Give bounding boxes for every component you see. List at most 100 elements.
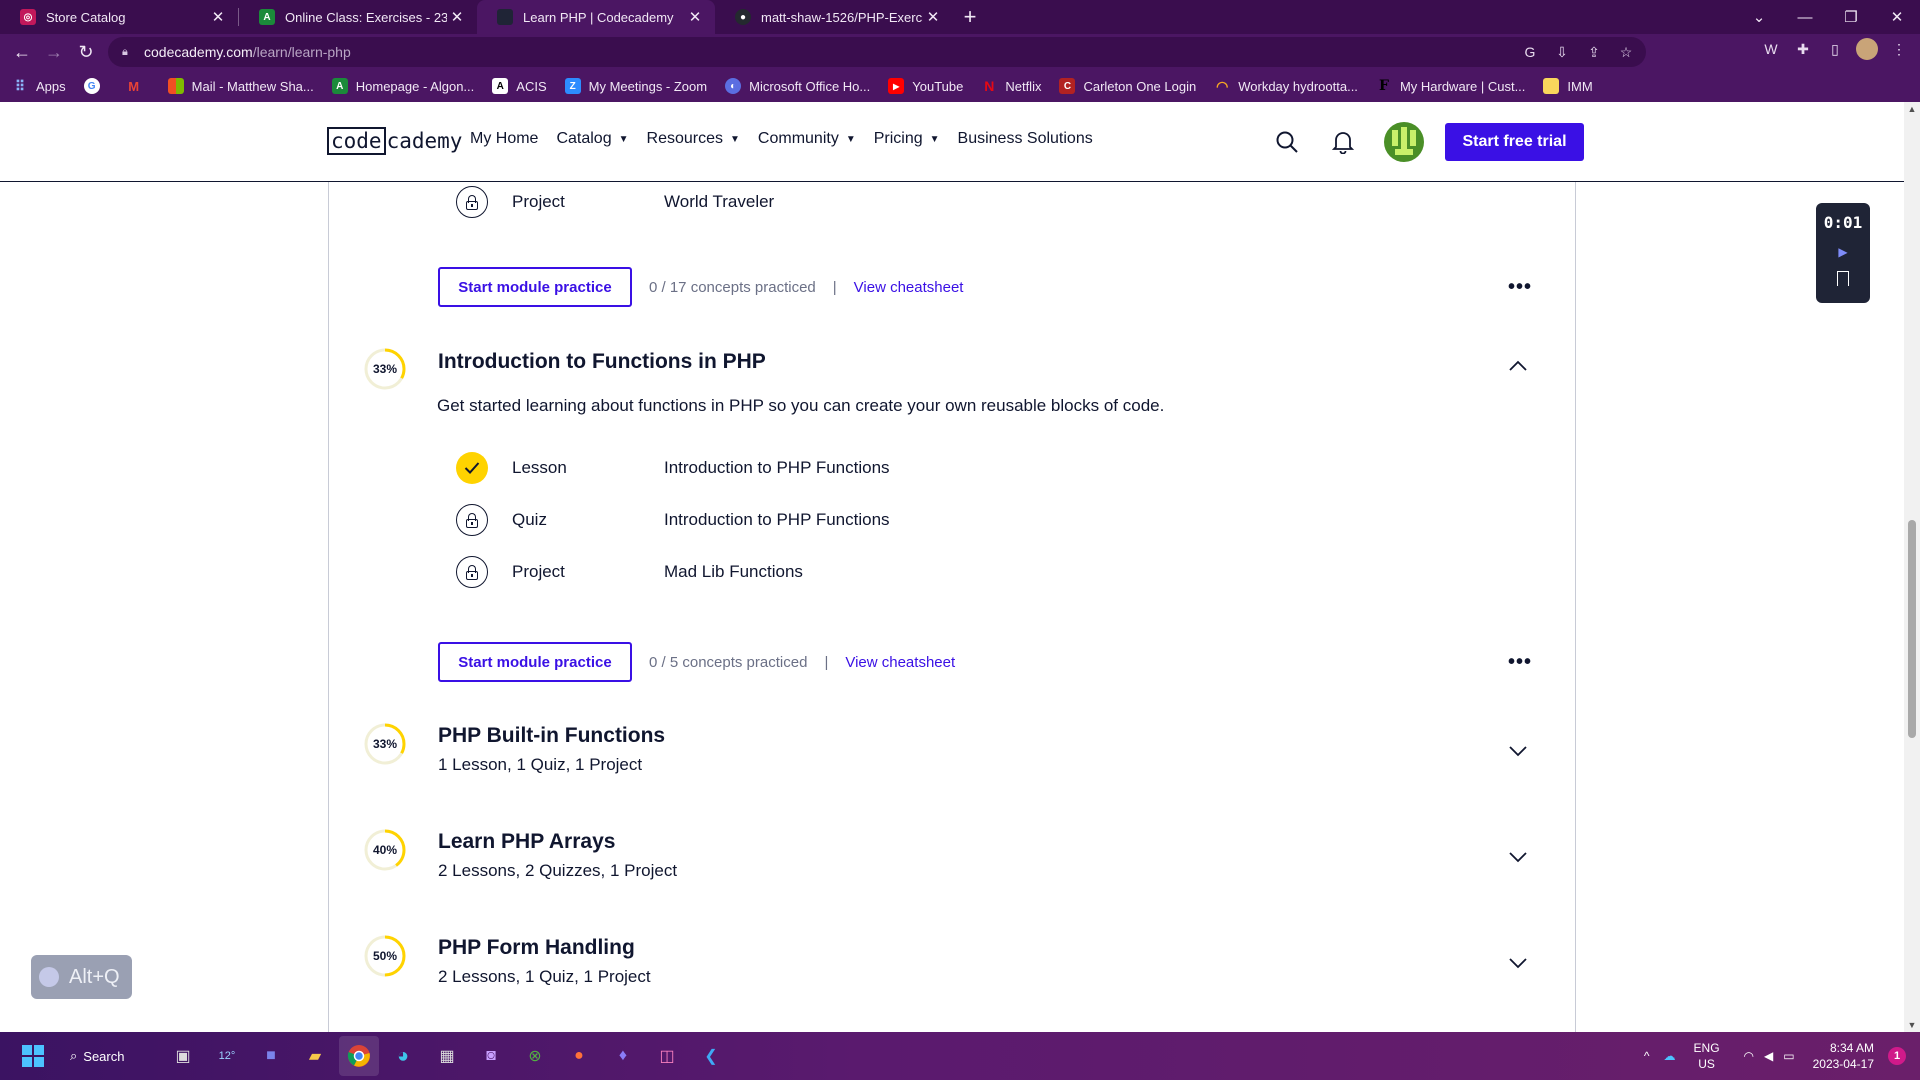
- module-title[interactable]: Introduction to Functions in PHP: [438, 350, 766, 374]
- app-icon[interactable]: ◙: [471, 1036, 511, 1076]
- app-icon[interactable]: ♦: [603, 1036, 643, 1076]
- close-window-icon[interactable]: ✕: [1874, 0, 1920, 34]
- bookmark-gmail[interactable]: M: [126, 78, 150, 94]
- taskbar-search[interactable]: ⌕ Search: [70, 1040, 150, 1072]
- bookmark-zoom[interactable]: Z My Meetings - Zoom: [564, 78, 707, 94]
- bell-icon[interactable]: [1328, 127, 1358, 157]
- scrollbar-thumb[interactable]: [1908, 520, 1916, 738]
- more-options-icon[interactable]: •••: [1508, 277, 1531, 297]
- profile-avatar-icon[interactable]: [1856, 38, 1878, 60]
- bookmark-youtube[interactable]: ▶ YouTube: [888, 78, 963, 94]
- module-title[interactable]: PHP Built-in Functions: [438, 724, 665, 748]
- module-item-project[interactable]: Project Mad Lib Functions: [456, 556, 803, 588]
- file-explorer-icon[interactable]: ▰: [295, 1036, 335, 1076]
- alt-q-overlay[interactable]: Alt+Q: [31, 955, 132, 999]
- nav-community[interactable]: Community ▼: [758, 130, 856, 148]
- close-tab-icon[interactable]: ✕: [923, 8, 943, 26]
- minimize-icon[interactable]: —: [1782, 0, 1828, 34]
- close-tab-icon[interactable]: ✕: [447, 8, 467, 26]
- view-cheatsheet-link[interactable]: View cheatsheet: [854, 279, 964, 296]
- scroll-down-icon[interactable]: ▼: [1904, 1020, 1920, 1030]
- side-panel-icon[interactable]: ▯: [1824, 38, 1846, 60]
- nav-business-solutions[interactable]: Business Solutions: [958, 130, 1093, 148]
- nav-pricing[interactable]: Pricing ▼: [874, 130, 940, 148]
- browser-tab[interactable]: A Online Class: Exercises - 23W_MI ✕: [239, 0, 477, 34]
- restore-icon[interactable]: ❐: [1828, 0, 1874, 34]
- chevron-down-icon[interactable]: [1506, 739, 1530, 763]
- input-language[interactable]: ENG US: [1694, 1040, 1720, 1072]
- start-module-practice-button[interactable]: Start module practice: [438, 642, 632, 682]
- browser-tab-active[interactable]: Learn PHP | Codecademy ✕: [477, 0, 715, 34]
- start-module-practice-button[interactable]: Start module practice: [438, 267, 632, 307]
- forward-arrow-icon[interactable]: →: [38, 36, 70, 68]
- task-view-icon[interactable]: ▣: [163, 1036, 203, 1076]
- nav-resources[interactable]: Resources ▼: [647, 130, 740, 148]
- close-tab-icon[interactable]: ✕: [685, 8, 705, 26]
- notification-badge[interactable]: 1: [1888, 1047, 1906, 1065]
- back-arrow-icon[interactable]: ←: [6, 36, 38, 68]
- bookmark-algonquin[interactable]: A Homepage - Algon...: [331, 78, 474, 94]
- volume-icon[interactable]: ◀: [1764, 1049, 1773, 1063]
- bookmark-carleton[interactable]: C Carleton One Login: [1059, 78, 1196, 94]
- bookmark-mail[interactable]: Mail - Matthew Sha...: [167, 78, 314, 94]
- assistant-icon: [39, 967, 59, 987]
- new-tab-button[interactable]: +: [953, 0, 987, 34]
- puzzle-icon[interactable]: ✚: [1792, 38, 1814, 60]
- edge-icon[interactable]: ◕: [383, 1036, 423, 1076]
- bookmark-netflix[interactable]: N Netflix: [981, 78, 1041, 94]
- firefox-icon[interactable]: ●: [559, 1036, 599, 1076]
- kebab-menu-icon[interactable]: ⋮: [1888, 38, 1910, 60]
- codecademy-logo[interactable]: code cademy: [327, 126, 462, 156]
- start-free-trial-button[interactable]: Start free trial: [1445, 123, 1584, 161]
- install-app-icon[interactable]: ⇩: [1552, 42, 1572, 62]
- chevron-down-icon[interactable]: [1506, 845, 1530, 869]
- close-tab-icon[interactable]: ✕: [208, 8, 228, 26]
- module-title[interactable]: PHP Form Handling: [438, 936, 635, 960]
- reload-icon[interactable]: ↻: [70, 36, 102, 68]
- vscode-icon[interactable]: ❮: [691, 1036, 731, 1076]
- bookmark-hardware[interactable]: F My Hardware | Cust...: [1375, 78, 1525, 94]
- bookmark-office[interactable]: ◐ Microsoft Office Ho...: [725, 78, 870, 94]
- microsoft-store-icon[interactable]: ▦: [427, 1036, 467, 1076]
- battery-icon[interactable]: ▭: [1783, 1049, 1794, 1063]
- instagram-icon[interactable]: ◫: [647, 1036, 687, 1076]
- share-icon[interactable]: ⇪: [1584, 42, 1604, 62]
- address-bar[interactable]: 🔒︎ codecademy.com/learn/learn-php G ⇩ ⇪ …: [108, 37, 1646, 67]
- more-options-icon[interactable]: •••: [1508, 652, 1531, 672]
- chevron-down-icon[interactable]: [1506, 951, 1530, 975]
- wifi-icon[interactable]: ◠: [1744, 1049, 1754, 1063]
- chevron-up-icon[interactable]: ^: [1644, 1049, 1650, 1063]
- bookmark-acis[interactable]: A ACIS: [492, 78, 547, 94]
- bookmark-star-icon[interactable]: ☆: [1616, 42, 1636, 62]
- extension-w-icon[interactable]: W: [1760, 38, 1782, 60]
- browser-tab[interactable]: ◎ Store Catalog ✕: [0, 0, 238, 34]
- user-avatar[interactable]: [1384, 122, 1424, 162]
- view-cheatsheet-link[interactable]: View cheatsheet: [845, 654, 955, 671]
- page-scrollbar[interactable]: ▲ ▼: [1904, 102, 1920, 1032]
- bookmark-workday[interactable]: ◠ Workday hydrootta...: [1214, 78, 1358, 94]
- bookmark-google[interactable]: G: [83, 78, 108, 94]
- browser-tab[interactable]: ● matt-shaw-1526/PHP-Exercises ✕: [715, 0, 953, 34]
- scroll-up-icon[interactable]: ▲: [1904, 104, 1920, 114]
- clock[interactable]: 8:34 AM 2023-04-17: [1813, 1040, 1874, 1072]
- chevron-up-icon[interactable]: [1506, 354, 1530, 378]
- bookmark-icon[interactable]: [1837, 271, 1849, 286]
- tab-search-icon[interactable]: ⌄: [1736, 0, 1782, 34]
- play-icon[interactable]: ▶: [1816, 245, 1870, 259]
- module-item-project[interactable]: Project World Traveler: [456, 186, 774, 218]
- bookmark-imm[interactable]: IMM: [1543, 78, 1593, 94]
- nav-catalog[interactable]: Catalog ▼: [556, 130, 628, 148]
- chrome-icon[interactable]: [339, 1036, 379, 1076]
- module-item-lesson[interactable]: Lesson Introduction to PHP Functions: [456, 452, 890, 484]
- windows-start-icon[interactable]: [13, 1036, 53, 1076]
- google-lens-icon[interactable]: G: [1520, 42, 1540, 62]
- search-icon[interactable]: [1272, 127, 1302, 157]
- teams-chat-icon[interactable]: ■: [251, 1036, 291, 1076]
- bookmark-apps[interactable]: ⠿ Apps: [12, 78, 66, 94]
- xbox-icon[interactable]: ⊗: [515, 1036, 555, 1076]
- weather-icon[interactable]: 12°: [207, 1036, 247, 1076]
- module-item-quiz[interactable]: Quiz Introduction to PHP Functions: [456, 504, 890, 536]
- onedrive-icon[interactable]: ☁: [1664, 1049, 1676, 1063]
- module-title[interactable]: Learn PHP Arrays: [438, 830, 615, 854]
- nav-my-home[interactable]: My Home: [470, 130, 538, 148]
